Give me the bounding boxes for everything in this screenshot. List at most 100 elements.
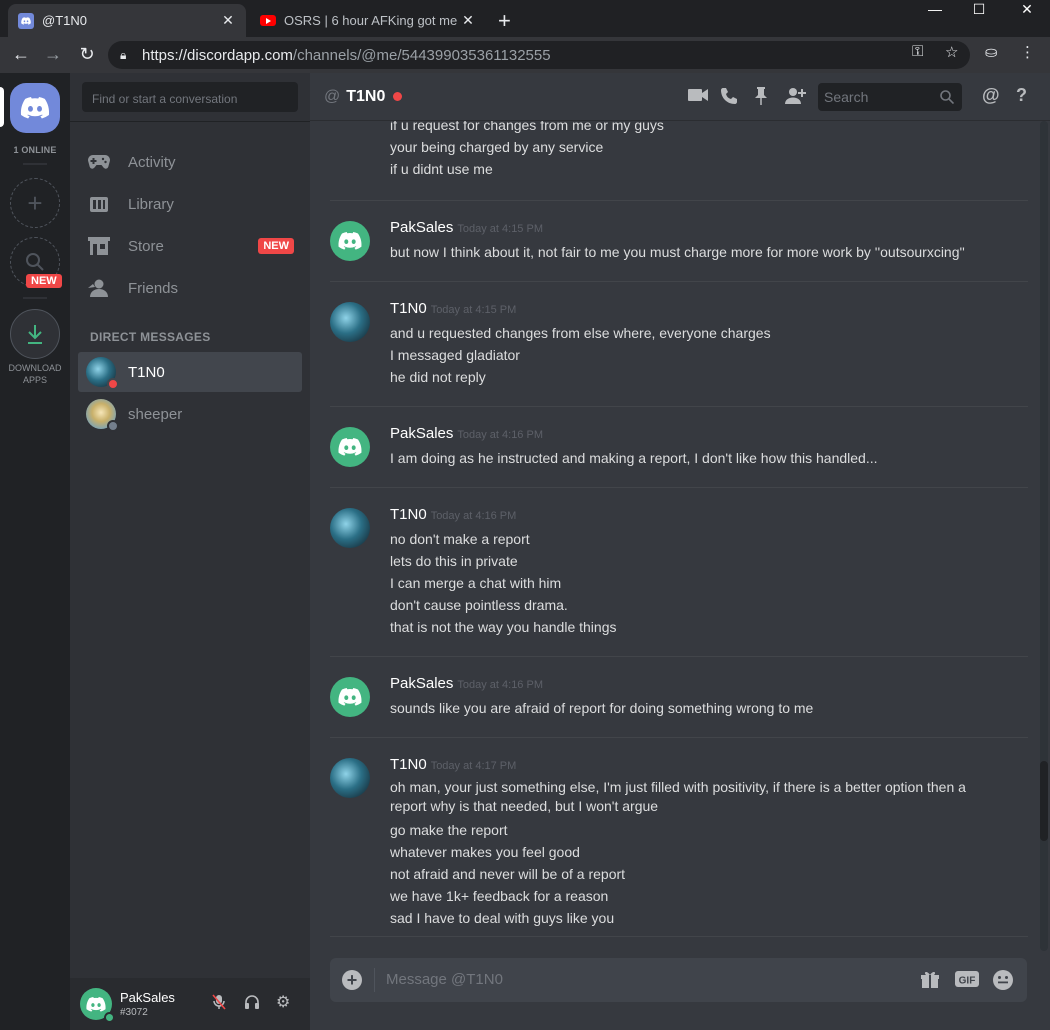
message-divider [330,487,1028,488]
close-window-button[interactable]: ✕ [1004,0,1050,18]
message-author[interactable]: PakSales [390,425,453,442]
search-placeholder: Search [824,89,869,105]
home-button[interactable] [10,83,60,133]
message-author[interactable]: PakSales [390,219,453,236]
offline-status-icon [107,420,119,432]
browser-tab-active[interactable]: @T1N0 ✕ [8,4,246,37]
message-line: go make the report [390,822,508,838]
video-call-icon[interactable] [688,87,708,107]
close-tab-icon[interactable]: ✕ [460,12,476,29]
sidebar-item-label: Friends [128,279,179,297]
guild-rail: 1 ONLINE + NEW DOWNLOAD APPS [0,73,70,1030]
url-field[interactable]: 🔒︎ https://discordapp.com/channels/@me/5… [108,41,970,69]
message-timestamp: Today at 4:17 PM [430,760,517,772]
sidebar-item-store[interactable]: Store NEW [78,225,302,267]
star-icon[interactable]: ☆ [945,43,958,61]
scrollbar[interactable] [1040,121,1048,951]
message-divider [330,200,1028,201]
mute-mic-icon[interactable] [212,994,226,1014]
find-conversation-input[interactable]: Find or start a conversation [82,82,298,112]
search-input[interactable]: Search [818,83,962,111]
sidebar-item-library[interactable]: Library [78,183,302,225]
gear-icon[interactable]: ⚙ [276,992,290,1012]
online-count: 1 ONLINE [13,145,57,155]
dm-name: sheeper [128,405,183,423]
message-line: don't cause pointless drama. [390,597,568,613]
new-badge: NEW [26,274,62,288]
add-friend-icon[interactable] [784,87,806,110]
help-icon[interactable]: ? [1016,85,1027,106]
avatar[interactable] [330,508,370,548]
friends-icon [88,277,110,299]
message-author[interactable]: T1N0 [390,300,427,317]
back-button[interactable]: ← [10,44,32,65]
key-icon[interactable]: ⚿ [912,43,923,60]
new-tab-button[interactable]: + [498,8,511,34]
message-author[interactable]: T1N0 [390,506,427,523]
gif-icon[interactable]: GIF [954,969,980,994]
message-line: I am doing as he instructed and making a… [390,450,878,466]
url-path: /channels/@me/544399035361132555 [292,46,551,64]
tab-title: OSRS | 6 hour AFKing got me 99 [284,13,460,28]
headphones-icon[interactable] [244,994,260,1014]
download-apps-button[interactable] [10,309,60,359]
message-line: sounds like you are afraid of report for… [390,700,814,716]
message-divider [330,281,1028,282]
dm-name: T1N0 [128,363,165,381]
add-server-button[interactable]: + [10,178,60,228]
guild-separator [23,297,47,299]
dm-item-sheeper[interactable]: sheeper [78,394,302,434]
minimize-button[interactable]: — [912,0,958,18]
message-divider [330,656,1028,657]
forward-button[interactable]: → [42,44,64,65]
gift-icon[interactable] [920,969,940,994]
scroll-thumb[interactable] [1040,761,1048,841]
message-composer: + Message @T1N0 GIF [330,958,1027,1002]
message-line: not afraid and never will be of a report [390,866,626,882]
avatar[interactable] [330,221,370,261]
message-timestamp: Today at 4:16 PM [457,429,543,441]
message-line: your being charged by any service [390,139,604,155]
selected-pill [0,87,4,127]
user-panel: PakSales #3072 ⚙ [70,978,310,1030]
upload-plus-icon[interactable]: + [342,970,362,990]
message-author[interactable]: T1N0 [390,756,427,773]
message-author[interactable]: PakSales [390,675,453,692]
browser-tab-youtube[interactable]: OSRS | 6 hour AFKing got me 99 ✕ [250,4,486,37]
sidebar-item-label: Library [128,195,174,213]
mentions-icon[interactable]: @ [982,85,1000,106]
avatar[interactable] [80,988,115,1023]
incognito-icon[interactable]: ⛀ [985,43,998,61]
message-input[interactable]: Message @T1N0 [386,971,503,988]
emoji-icon[interactable] [992,969,1014,996]
dnd-status-icon [393,92,403,101]
avatar [86,357,119,390]
download-icon [28,325,42,344]
avatar[interactable] [330,677,370,717]
search-icon [940,90,954,104]
message-line: whatever makes you feel good [390,844,580,860]
maximize-button[interactable]: ☐ [956,0,1002,18]
menu-dots-icon[interactable]: ⋮ [1020,43,1035,61]
dm-item-t1n0[interactable]: T1N0 [78,352,302,392]
download-apps-label: DOWNLOAD APPS [0,362,70,386]
close-tab-icon[interactable]: ✕ [220,12,236,29]
voice-call-icon[interactable] [720,87,738,110]
tab-title: @T1N0 [42,13,87,28]
pin-icon[interactable] [754,87,768,110]
message-divider [330,406,1028,407]
message-divider [330,737,1028,738]
message-line: sad I have to deal with guys like you [390,910,615,926]
avatar[interactable] [330,302,370,342]
address-bar: ← → ↻ 🔒︎ https://discordapp.com/channels… [0,37,1050,73]
avatar[interactable] [330,427,370,467]
reload-button[interactable]: ↻ [76,44,98,65]
divider [374,968,375,992]
chat-header: @ T1N0 Search @ ? [310,73,1050,121]
sidebar-item-friends[interactable]: Friends [78,267,302,309]
avatar[interactable] [330,758,370,798]
message-line: and u requested changes from else where,… [390,325,771,341]
divider [70,121,310,122]
message-line: that is not the way you handle things [390,619,617,635]
sidebar-item-activity[interactable]: Activity [78,141,302,183]
